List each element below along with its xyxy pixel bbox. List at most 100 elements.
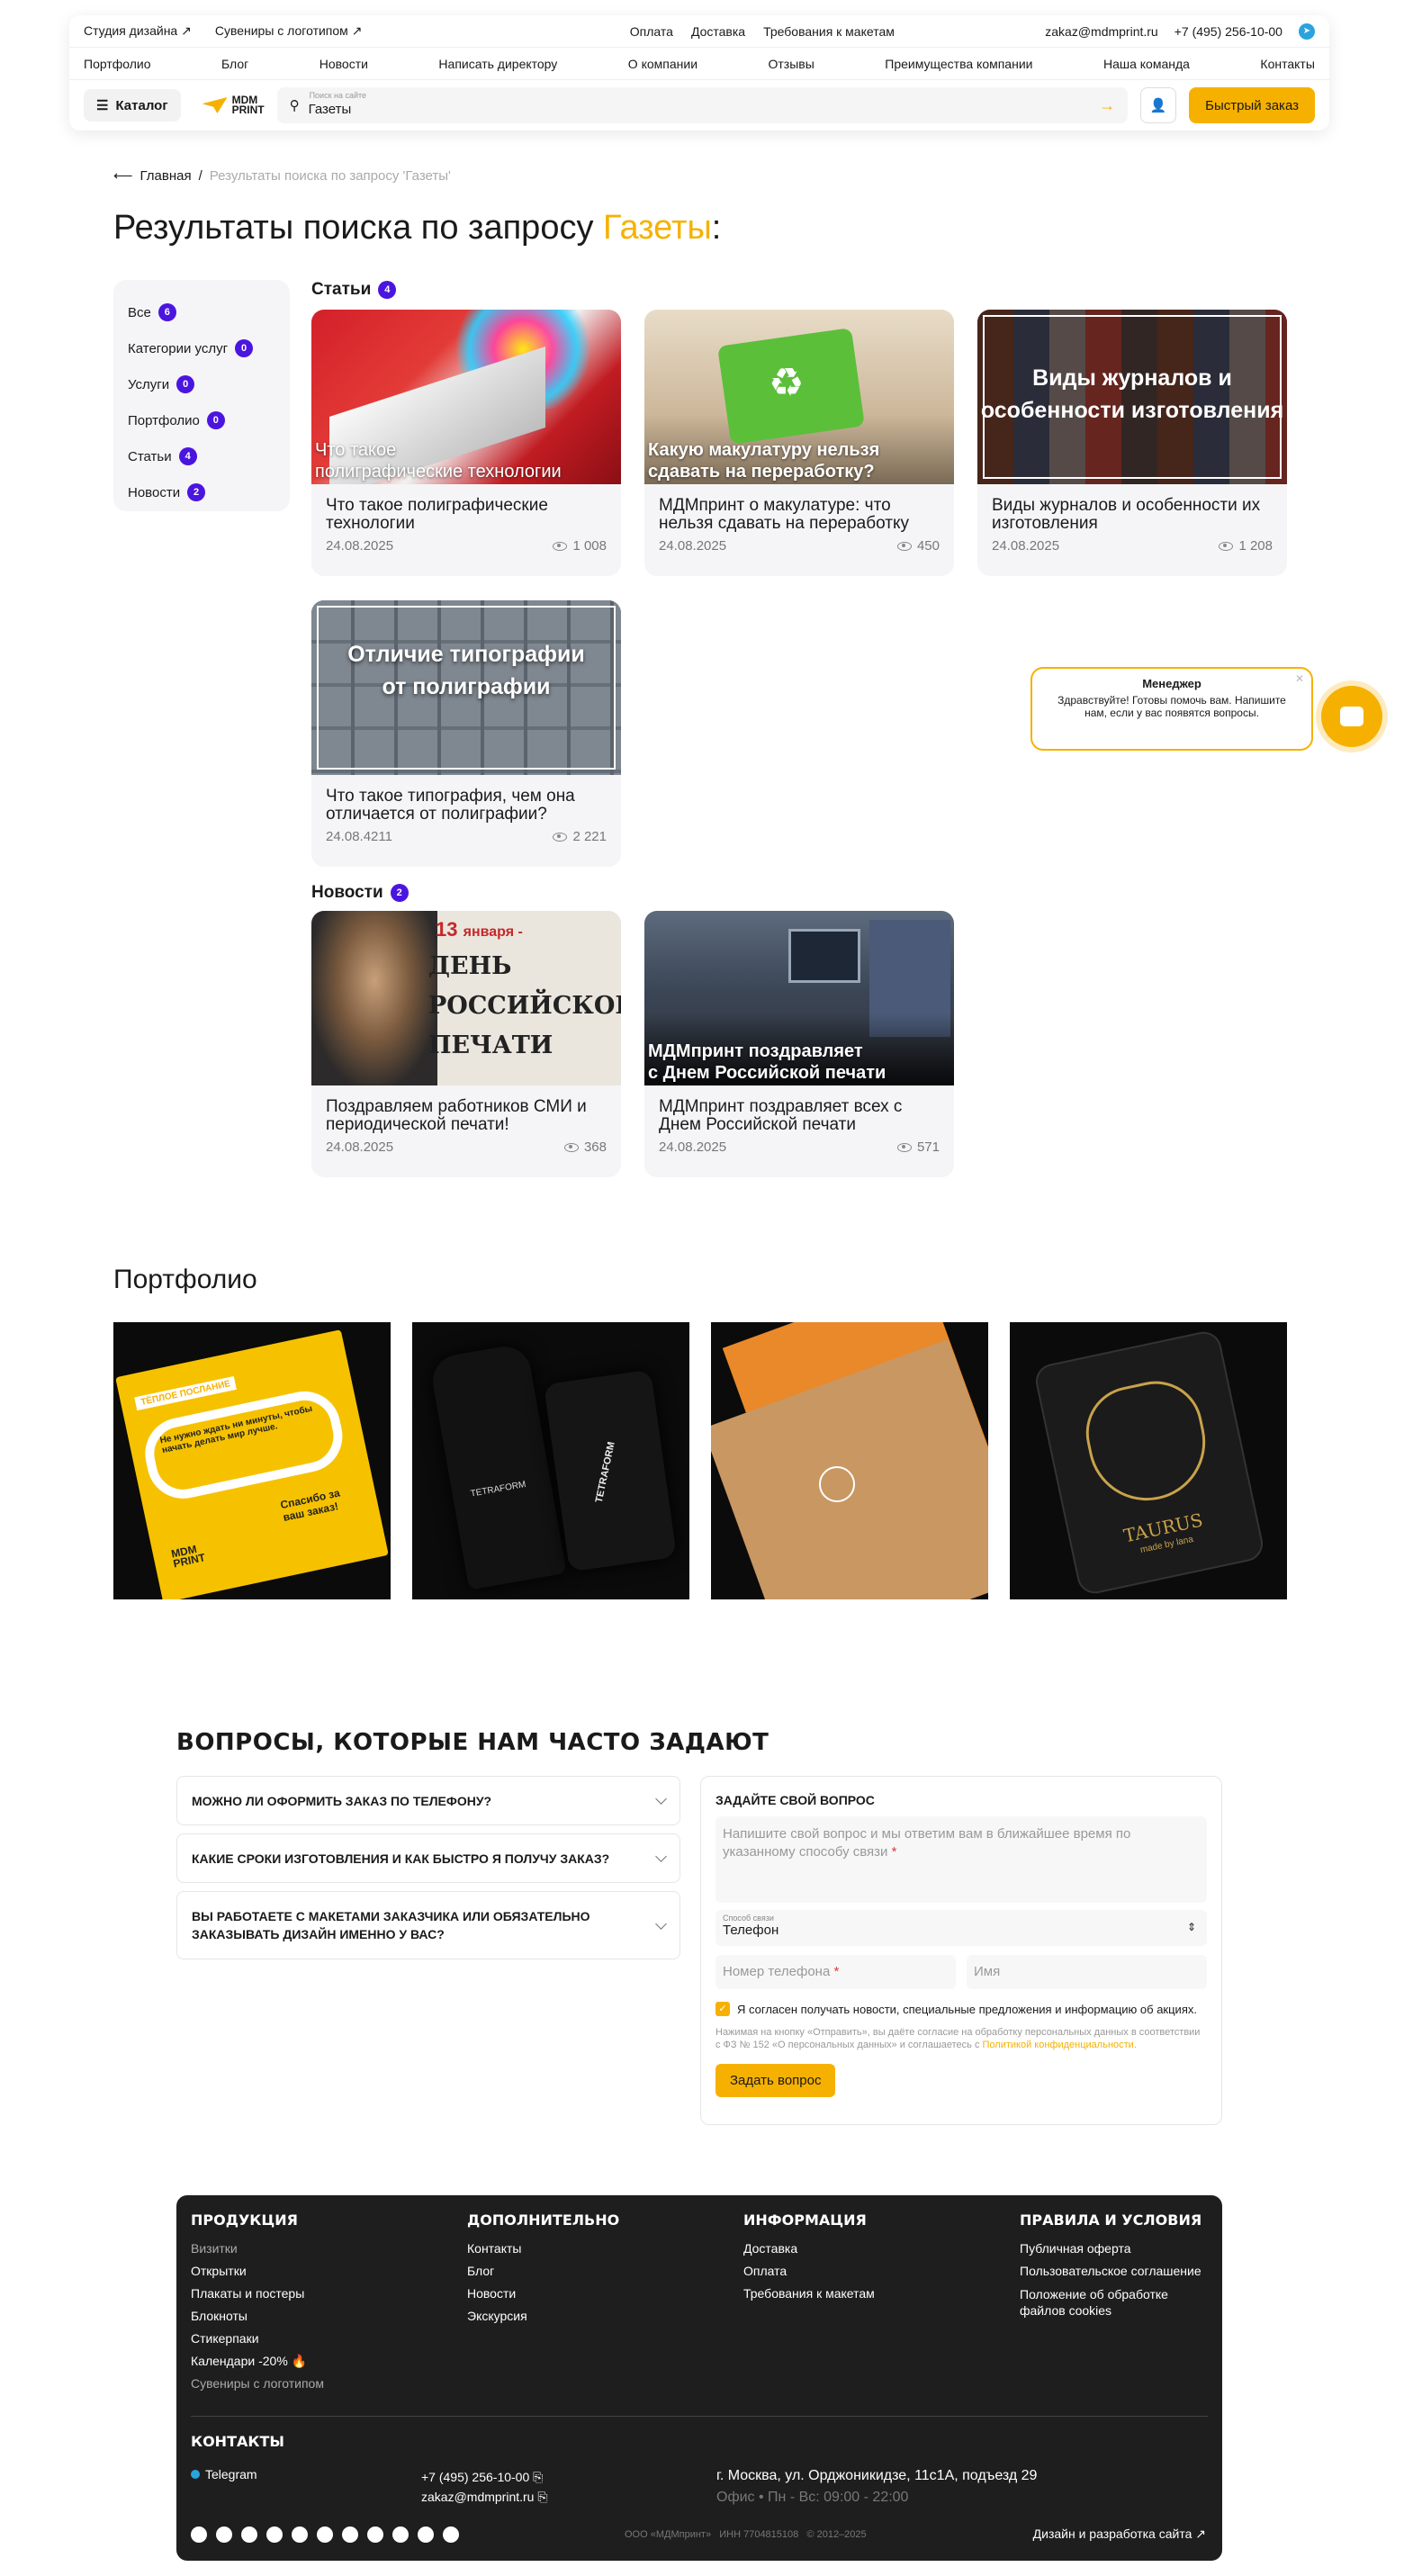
news-title[interactable]: Поздравляем работников СМИ и периодическ… — [311, 1085, 621, 1134]
breadcrumb-home[interactable]: Главная — [140, 168, 192, 184]
catalog-button[interactable]: ☰ Каталог — [84, 89, 181, 122]
article-card[interactable]: Виды журналов и особенности изготовления… — [977, 310, 1287, 576]
nav-write-director[interactable]: Написать директору — [438, 57, 557, 71]
chat-button[interactable] — [1321, 686, 1382, 747]
news-card[interactable]: МДМпринт поздравляет с Днем Российской п… — [644, 911, 954, 1177]
youtube-icon[interactable] — [266, 2526, 283, 2543]
article-card[interactable]: ♻ Какую макулатуру нельзя сдавать на пер… — [644, 310, 954, 576]
header-email[interactable]: zakaz@mdmprint.ru — [1045, 24, 1157, 39]
footer-link[interactable]: Календари -20% 🔥 — [191, 2350, 461, 2373]
footer-link[interactable]: Оплата — [743, 2260, 1013, 2283]
check-icon[interactable]: ✓ — [716, 2002, 730, 2016]
nav-blog[interactable]: Блог — [221, 57, 248, 71]
payment-link[interactable]: Оплата — [630, 24, 673, 39]
dzen-icon[interactable] — [292, 2526, 308, 2543]
footer-link[interactable]: Новости — [467, 2283, 737, 2305]
search-input[interactable]: ⚲ Поиск на сайте Газеты → — [276, 87, 1129, 123]
article-title[interactable]: МДМпринт о макулатуре: что нельзя сдават… — [644, 484, 954, 533]
portfolio-item[interactable]: ТЁПЛОЕ ПОСЛАНИЕ Не нужно ждать ни минуты… — [113, 1322, 391, 1599]
filter-articles[interactable]: Статьи 4 — [128, 438, 275, 474]
news-title[interactable]: МДМпринт поздравляет всех с Днем Российс… — [644, 1085, 954, 1134]
news-meta: 24.08.2025 368 — [311, 1134, 621, 1160]
footer-link[interactable]: Требования к макетам — [743, 2283, 1013, 2305]
design-studio-link[interactable]: Студия дизайна ↗ — [84, 23, 192, 39]
instagram-icon[interactable] — [241, 2526, 257, 2543]
portfolio-item[interactable]: TETRAFORM TETRAFORM — [412, 1322, 689, 1599]
nav-advantages[interactable]: Преимущества компании — [885, 57, 1032, 71]
whatsapp-icon[interactable] — [443, 2526, 459, 2543]
search-submit-icon[interactable]: → — [1099, 96, 1115, 115]
consent-checkbox[interactable]: ✓ Я согласен получать новости, специальн… — [716, 2002, 1207, 2017]
rutube-icon[interactable] — [317, 2526, 333, 2543]
submit-question-button[interactable]: Задать вопрос — [716, 2064, 836, 2097]
filter-all[interactable]: Все 6 — [128, 294, 275, 330]
filter-news[interactable]: Новости 2 — [128, 474, 275, 510]
back-arrow-icon[interactable]: ⟵ — [113, 167, 133, 184]
article-title[interactable]: Виды журналов и особенности их изготовле… — [977, 484, 1287, 533]
footer-link[interactable]: Визитки — [191, 2238, 461, 2260]
faq-question[interactable]: КАКИЕ СРОКИ ИЗГОТОВЛЕНИЯ И КАК БЫСТРО Я … — [176, 1833, 680, 1883]
footer-link[interactable]: Доставка — [743, 2238, 1013, 2260]
close-icon[interactable]: ✕ — [1295, 672, 1304, 685]
article-card[interactable]: Что такое полиграфические технологии Что… — [311, 310, 621, 576]
footer-link[interactable]: Экскурсия — [467, 2305, 737, 2328]
footer-products: ПРОДУКЦИЯ Визитки Открытки Плакаты и пос… — [191, 2211, 461, 2395]
footer-link[interactable]: Плакаты и постеры — [191, 2283, 461, 2305]
footer-link[interactable]: Стикерпаки — [191, 2328, 461, 2350]
nav-team[interactable]: Наша команда — [1103, 57, 1190, 71]
telegram-icon[interactable] — [191, 2526, 207, 2543]
footer-link[interactable]: Сувениры с логотипом — [191, 2373, 461, 2395]
footer-link[interactable]: Контакты — [467, 2238, 737, 2260]
quick-order-button[interactable]: Быстрый заказ — [1189, 87, 1315, 123]
nav-about[interactable]: О компании — [628, 57, 698, 71]
news-card[interactable]: 13 января - ДЕНЬ РОССИЙСКОЙ ПЕЧАТИ Поздрав… — [311, 911, 621, 1177]
souvenirs-link[interactable]: Сувениры с логотипом ↗ — [215, 23, 363, 39]
faq-question[interactable]: ВЫ РАБОТАЕТЕ С МАКЕТАМИ ЗАКАЗЧИКА ИЛИ ОБ… — [176, 1891, 680, 1959]
footer-email[interactable]: zakaz@mdmprint.ru ⎘ — [421, 2487, 548, 2507]
article-title[interactable]: Что такое типография, чем она отличается… — [311, 775, 621, 824]
nav-news[interactable]: Новости — [320, 57, 368, 71]
footer-link[interactable]: Открытки — [191, 2260, 461, 2283]
faq-question[interactable]: МОЖНО ЛИ ОФОРМИТЬ ЗАКАЗ ПО ТЕЛЕФОНУ? — [176, 1776, 680, 1825]
tiktok-icon[interactable] — [367, 2526, 383, 2543]
odnoklassniki-icon[interactable] — [392, 2526, 409, 2543]
footer-phone[interactable]: +7 (495) 256-10-00 ⎘ — [421, 2467, 548, 2487]
views-icon — [896, 541, 912, 551]
nav-reviews[interactable]: Отзывы — [769, 57, 814, 71]
vk-video-icon[interactable] — [418, 2526, 434, 2543]
requirements-link[interactable]: Требования к макетам — [763, 24, 895, 39]
nav-contacts[interactable]: Контакты — [1260, 57, 1314, 71]
logo[interactable]: MDM PRINT — [202, 95, 265, 115]
footer-link[interactable]: Публичная оферта — [1020, 2238, 1213, 2260]
portfolio-item[interactable] — [711, 1322, 988, 1599]
article-image-caption: Что такое полиграфические технологии — [315, 440, 562, 482]
footer-link[interactable]: Блог — [467, 2260, 737, 2283]
header-phone[interactable]: +7 (495) 256-10-00 — [1174, 24, 1282, 39]
nav-portfolio[interactable]: Портфолио — [84, 57, 151, 71]
article-views: 2 221 — [572, 829, 607, 844]
delivery-link[interactable]: Доставка — [691, 24, 745, 39]
user-button[interactable]: 👤 — [1140, 87, 1177, 123]
privacy-policy-link[interactable]: Политикой конфиденциальности. — [983, 2040, 1137, 2050]
filter-services[interactable]: Услуги 0 — [128, 366, 275, 402]
footer-telegram[interactable]: Telegram — [191, 2467, 257, 2481]
site-developer-link[interactable]: Дизайн и разработка сайта ↗ — [1033, 2526, 1206, 2542]
article-title[interactable]: Что такое полиграфические технологии — [311, 484, 621, 533]
vk-icon[interactable] — [216, 2526, 232, 2543]
footer-link[interactable]: Пользовательское соглашение — [1020, 2260, 1213, 2283]
question-textarea[interactable]: Напишите свой вопрос и мы ответим вам в … — [716, 1816, 1207, 1903]
site-footer: ПРОДУКЦИЯ Визитки Открытки Плакаты и пос… — [176, 2195, 1222, 2561]
portfolio-item[interactable]: TAURUS made by lana — [1010, 1322, 1287, 1599]
name-input[interactable]: Имя — [967, 1955, 1207, 1989]
filter-portfolio[interactable]: Портфолио 0 — [128, 402, 275, 438]
telegram-icon[interactable]: ➤ — [1298, 23, 1315, 40]
filter-service-categories[interactable]: Категории услуг 0 — [128, 330, 275, 366]
article-card[interactable]: Отличие типографии от полиграфии Что так… — [311, 600, 621, 867]
contact-method-select[interactable]: Способ связи Телефон ⇕ — [716, 1910, 1207, 1946]
phone-input[interactable]: Номер телефона * — [716, 1955, 956, 1989]
footer-link[interactable]: Положение об обработке файлов cookies — [1020, 2283, 1213, 2319]
news-date: 24.08.2025 — [659, 1139, 727, 1155]
footer-link[interactable]: Блокноты — [191, 2305, 461, 2328]
chat-popup[interactable]: ✕ Менеджер Здравствуйте! Готовы помочь в… — [1030, 667, 1313, 751]
pinterest-icon[interactable] — [342, 2526, 358, 2543]
